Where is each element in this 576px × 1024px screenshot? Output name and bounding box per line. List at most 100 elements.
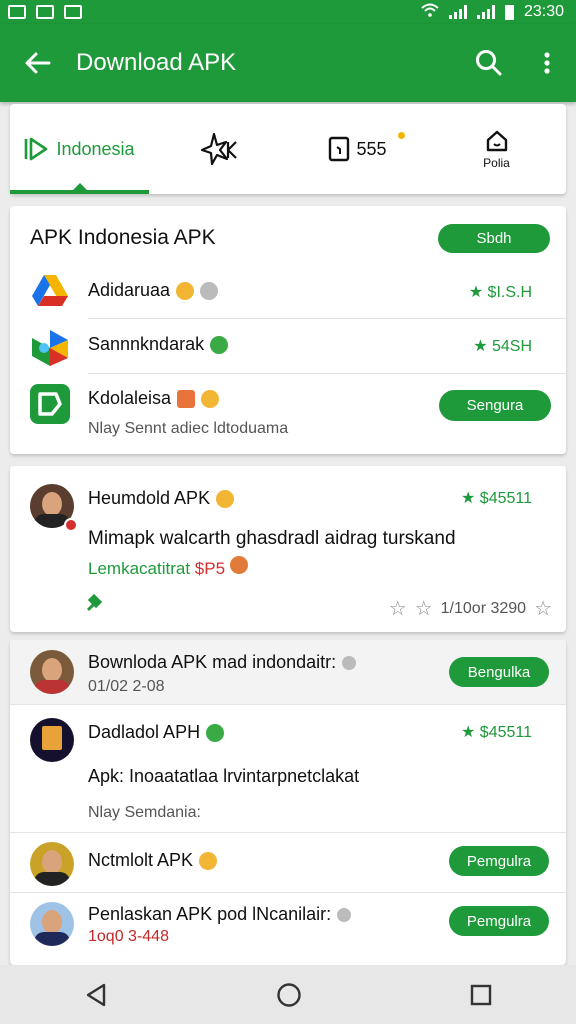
apk-section-card: APK Indonesia APK Sbdh Adidaruaa ★ $I.S.…: [10, 206, 566, 454]
item-subtitle: Nlay Semdania:: [88, 804, 201, 821]
emoji-icon: [176, 281, 195, 300]
section-action-button[interactable]: Sbdh: [438, 224, 550, 253]
emoji-icon: [199, 851, 218, 870]
star-icon[interactable]: ☆: [389, 596, 407, 621]
app-subtitle: Nlay Sennt adiec ldtoduama: [88, 420, 289, 437]
app-price: ★ 54SH: [473, 338, 532, 355]
avatar: [30, 484, 78, 532]
app-bar: Download APK: [0, 24, 576, 102]
star-icon[interactable]: ☆: [415, 596, 433, 621]
list-item[interactable]: Dadladol APH ★ $45511 Apk: Inoaatatlaa l…: [10, 706, 566, 832]
post-price: ★ $45511: [461, 490, 532, 507]
list-item[interactable]: Kdolaleisa Sengura Nlay Sennt adiec ldto…: [10, 376, 566, 454]
play-store-icon: [25, 137, 48, 161]
search-button[interactable]: [460, 24, 518, 102]
green-app-icon: [30, 384, 70, 424]
post-title: Heumdold APK: [88, 488, 211, 508]
item-text: Apk: Inoaatatlaa lrvintarpnetclakat: [88, 766, 360, 786]
tab-label: Indonesia: [56, 138, 135, 159]
download-button[interactable]: Pemgulra: [449, 906, 549, 936]
post-rating: 1/10or 3290: [440, 599, 527, 617]
colorful-app-icon: [32, 330, 68, 366]
post-card: Heumdold APK ★ $45511 Mimapk walcarth gh…: [10, 466, 566, 632]
item-title: Nctmlolt APK: [88, 850, 194, 870]
divider: [10, 832, 566, 833]
section-title: APK Indonesia APK: [30, 226, 216, 249]
photo-notification-icon: [64, 5, 82, 19]
tag-green: Lemkacatitrat: [88, 559, 191, 578]
divider: [88, 373, 566, 374]
tablet-icon: [329, 136, 350, 162]
page-title: Download APK: [76, 49, 237, 76]
drive-app-icon: [32, 275, 68, 306]
download-list-card: Bownloda APK mad indondaitr: 01/02 2-08 …: [10, 640, 566, 965]
recents-nav-icon[interactable]: [470, 984, 492, 1006]
clock-icon: [342, 655, 357, 670]
tab-apk[interactable]: [149, 104, 288, 194]
tab-555[interactable]: 555: [288, 104, 427, 194]
app-name: Adidaruaa: [88, 280, 171, 300]
back-nav-icon[interactable]: [84, 982, 108, 1008]
search-icon: [476, 50, 502, 76]
overflow-menu-button[interactable]: [518, 24, 576, 102]
avatar: [30, 902, 76, 948]
system-nav-bar: [0, 965, 576, 1024]
divider: [10, 892, 566, 893]
item-price: ★ $45511: [461, 724, 532, 741]
download-button[interactable]: Bengulka: [449, 657, 549, 687]
emoji-icon: [201, 389, 220, 408]
tab-label: 555: [356, 138, 387, 159]
avatar: [30, 718, 76, 764]
status-badge: [64, 518, 78, 532]
list-item[interactable]: Adidaruaa ★ $I.S.H: [10, 268, 566, 322]
tool-icon[interactable]: [86, 594, 102, 612]
clock: 23:30: [523, 3, 564, 20]
mail-notification-icon: [36, 5, 54, 19]
notification-dot: [398, 132, 405, 139]
emoji-icon: [229, 556, 248, 574]
status-bar: 23:30: [0, 0, 576, 24]
back-arrow-icon: [25, 52, 51, 74]
star-icon[interactable]: ☆: [534, 596, 552, 621]
signal-icon: [448, 5, 467, 19]
download-button[interactable]: Pemgulra: [449, 846, 549, 876]
install-button[interactable]: Sengura: [439, 390, 551, 421]
emoji-icon: [210, 335, 229, 354]
item-title: Dadladol APH: [88, 722, 201, 742]
list-item[interactable]: Bownloda APK mad indondaitr: 01/02 2-08 …: [10, 640, 566, 704]
avatar: [30, 650, 76, 696]
wifi-icon: [421, 3, 439, 22]
emoji-icon: [177, 389, 196, 408]
item-title: Penlaskan APK pod lNcanilair:: [88, 904, 332, 924]
avatar-icon: [200, 281, 219, 300]
divider: [88, 318, 566, 319]
tab-polia[interactable]: Polia: [427, 104, 566, 194]
emoji-icon: [216, 489, 235, 508]
tag-red: $P5: [194, 559, 226, 578]
battery-icon: [504, 4, 514, 20]
tab-label: Polia: [483, 155, 510, 170]
back-button[interactable]: [0, 24, 76, 102]
emoji-icon: [206, 723, 225, 742]
app-name: Kdolaleisa: [88, 388, 172, 408]
home-nav-icon[interactable]: [276, 982, 302, 1008]
tab-indonesia[interactable]: Indonesia: [10, 104, 149, 194]
app-name: Sannnkndarak: [88, 334, 205, 354]
list-item[interactable]: Sannnkndarak ★ 54SH: [10, 322, 566, 376]
item-title: Bownloda APK mad indondaitr:: [88, 652, 337, 672]
item-date: 01/02 2-08: [88, 678, 165, 695]
list-item[interactable]: Nctmlolt APK Pemgulra: [10, 834, 566, 892]
apk-icon: [200, 132, 237, 166]
divider: [10, 704, 566, 705]
list-item[interactable]: Penlaskan APK pod lNcanilair: 1oq0 3-448…: [10, 894, 566, 964]
post-tags: Lemkacatitrat $P5: [88, 556, 248, 579]
home-icon: [486, 130, 507, 151]
more-vert-icon: [544, 52, 550, 74]
app-price: ★ $I.S.H: [468, 284, 532, 301]
clock-icon: [337, 907, 352, 922]
post-text: Mimapk walcarth ghasdradl aidrag turskan…: [88, 528, 456, 549]
avatar: [30, 842, 76, 888]
tab-bar: Indonesia 555 Polia: [10, 104, 566, 194]
item-date: 1oq0 3-448: [88, 928, 169, 945]
image-notification-icon: [8, 5, 26, 19]
